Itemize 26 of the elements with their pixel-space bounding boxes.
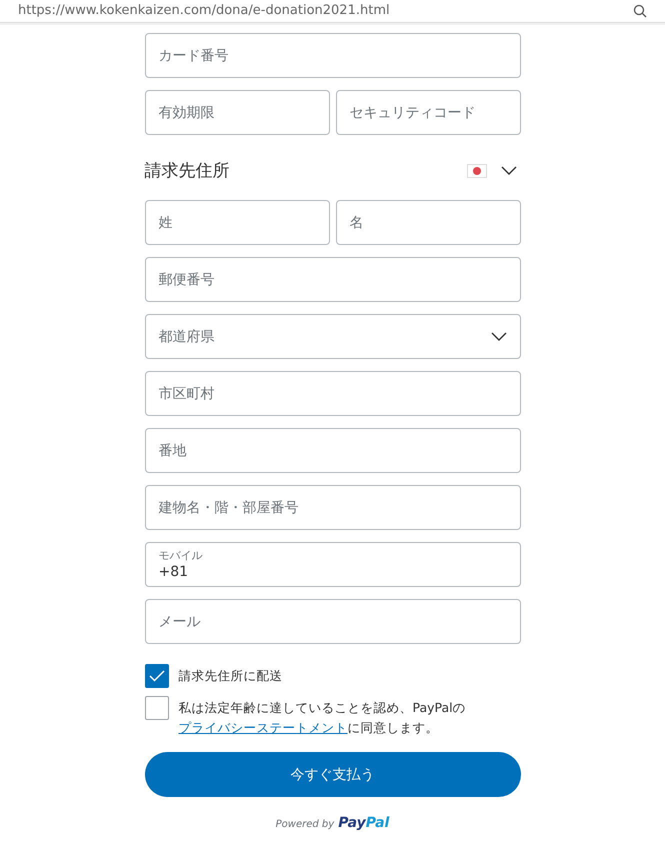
input-field[interactable]: カード番号 xyxy=(144,33,520,78)
pay-button[interactable]: 今すぐ支払う xyxy=(144,752,520,797)
brand-logo: PayPal xyxy=(338,815,390,831)
input-field[interactable]: 番地 xyxy=(144,428,520,473)
input-field[interactable]: 建物名・階・部屋番号 xyxy=(144,485,520,530)
search-icon[interactable] xyxy=(633,4,647,18)
input-field[interactable]: 名 xyxy=(336,200,520,245)
dropdown-field[interactable]: 都道府県 xyxy=(144,314,520,359)
input-field[interactable]: メール xyxy=(144,599,520,644)
checkbox[interactable] xyxy=(144,664,168,688)
input-field[interactable]: 姓 xyxy=(144,200,330,245)
input-field[interactable]: 市区町村 xyxy=(144,371,520,416)
checkbox[interactable] xyxy=(144,696,168,720)
phone-field[interactable]: モバイル +81 xyxy=(144,542,520,587)
input-field[interactable]: セキュリティコード xyxy=(336,90,520,135)
checkbox-label: 私は法定年齢に達していることを認め、PayPalの プライバシーステートメント に同意します。 xyxy=(178,699,467,737)
input-field[interactable]: 郵便番号 xyxy=(144,257,520,302)
privacy-link[interactable]: プライバシーステートメント xyxy=(178,720,348,735)
check-icon xyxy=(148,670,164,682)
flag-icon xyxy=(466,164,486,178)
chevron-down-icon xyxy=(500,166,516,176)
input-field[interactable]: 有効期限 xyxy=(144,90,330,135)
powered-by-text: Powered by xyxy=(276,819,334,830)
checkbox-label: 請求先住所に配送 xyxy=(178,667,282,685)
chevron-down-icon xyxy=(490,332,506,342)
section-heading: 請求先住所 xyxy=(144,160,230,182)
